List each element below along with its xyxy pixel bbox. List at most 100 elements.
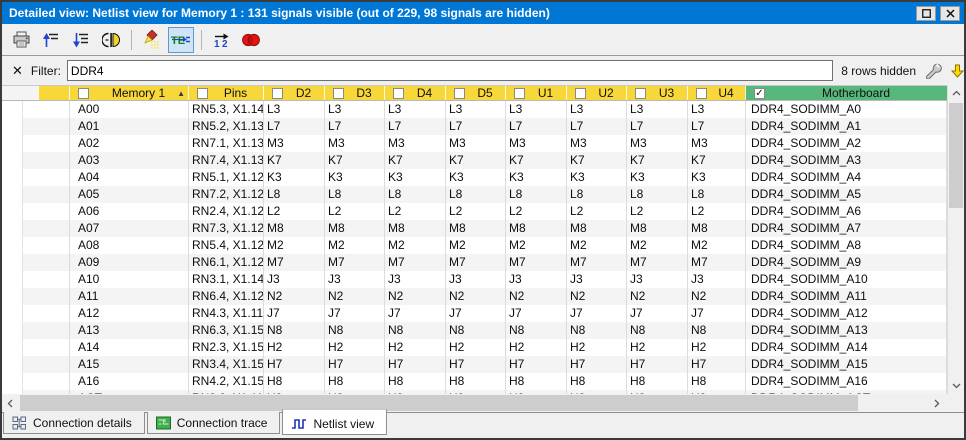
cell-d4[interactable]: L3 <box>385 101 446 118</box>
move-top-button[interactable] <box>38 27 64 53</box>
column-checkbox[interactable] <box>514 88 525 99</box>
column-checkbox[interactable] <box>696 88 707 99</box>
fit-columns-button[interactable] <box>98 27 124 53</box>
cell-d3[interactable]: J3 <box>325 271 385 288</box>
cell-u3[interactable]: K7 <box>627 152 688 169</box>
cell-motherboard[interactable]: DDR4_SODIMM_A4 <box>746 169 947 186</box>
cell-u1[interactable]: M7 <box>506 254 567 271</box>
cell-d4[interactable]: M3 <box>385 135 446 152</box>
cell-u3[interactable]: J7 <box>627 305 688 322</box>
cell-d2[interactable]: L7 <box>264 118 325 135</box>
cell-motherboard[interactable]: DDR4_SODIMM_A1 <box>746 118 947 135</box>
cell-d2[interactable]: K3 <box>264 169 325 186</box>
cell-d3[interactable]: L3 <box>325 101 385 118</box>
cell-u1[interactable]: H7 <box>506 356 567 373</box>
cell-u4[interactable]: K7 <box>688 152 746 169</box>
cell-u4[interactable]: M2 <box>688 237 746 254</box>
cell-u2[interactable]: H2 <box>567 339 627 356</box>
table-row[interactable]: A06RN2.4, X1.127L2L2L2L2L2L2L2L2DDR4_SOD… <box>2 203 947 220</box>
filter-settings-button[interactable] <box>924 62 943 79</box>
column-header-d3[interactable]: D3 <box>324 86 384 100</box>
cell-d4[interactable]: L2 <box>385 203 446 220</box>
cell-u1[interactable]: N8 <box>506 322 567 339</box>
cell-motherboard[interactable]: DDR4_SODIMM_A7 <box>746 220 947 237</box>
cell-d5[interactable]: H2 <box>446 339 506 356</box>
table-row[interactable]: A10RN3.1, X1.146J3J3J3J3J3J3J3J3DDR4_SOD… <box>2 271 947 288</box>
cell-u3[interactable]: H2 <box>627 339 688 356</box>
cell-u4[interactable]: J3 <box>688 271 746 288</box>
cell-u2[interactable]: J3 <box>567 271 627 288</box>
cell-pins[interactable]: RN6.1, X1.121 <box>189 254 264 271</box>
maximize-button[interactable] <box>916 6 936 21</box>
cell-d3[interactable]: H2 <box>325 339 385 356</box>
cell-d4[interactable]: N8 <box>385 322 446 339</box>
cell-d3[interactable]: J7 <box>325 305 385 322</box>
cell-motherboard[interactable]: DDR4_SODIMM_A11 <box>746 288 947 305</box>
cell-memory-1[interactable]: A09 <box>70 254 189 271</box>
column-checkbox[interactable] <box>78 88 89 99</box>
column-header-memory-1[interactable]: Memory 1▲ <box>69 86 188 100</box>
horizontal-scrollbar[interactable] <box>2 394 945 412</box>
cell-d4[interactable]: H8 <box>385 373 446 390</box>
cell-d4[interactable]: L7 <box>385 118 446 135</box>
cell-u4[interactable]: K3 <box>688 169 746 186</box>
column-header-pins[interactable]: Pins <box>188 86 263 100</box>
cell-d3[interactable]: N2 <box>325 288 385 305</box>
table-row[interactable]: A14RN2.3, X1.151H2H2H2H2H2H2H2H2DDR4_SOD… <box>2 339 947 356</box>
cell-u1[interactable]: M8 <box>506 220 567 237</box>
cell-memory-1[interactable]: A02 <box>70 135 189 152</box>
cell-d2[interactable]: N8 <box>264 322 325 339</box>
cell-u1[interactable]: K3 <box>506 169 567 186</box>
vertical-scrollbar[interactable] <box>947 85 964 394</box>
column-checkbox[interactable]: ✓ <box>754 88 765 99</box>
cell-d4[interactable]: N2 <box>385 288 446 305</box>
cell-pins[interactable]: RN5.3, X1.144 <box>189 101 264 118</box>
cell-u2[interactable]: H7 <box>567 356 627 373</box>
cell-d2[interactable]: M7 <box>264 254 325 271</box>
column-checkbox[interactable] <box>333 88 344 99</box>
move-bottom-button[interactable] <box>68 27 94 53</box>
cell-memory-1[interactable]: A01 <box>70 118 189 135</box>
table-row[interactable]: A11RN6.4, X1.120N2N2N2N2N2N2N2N2DDR4_SOD… <box>2 288 947 305</box>
cell-memory-1[interactable]: A10 <box>70 271 189 288</box>
table-row[interactable]: A05RN7.2, X1.126L8L8L8L8L8L8L8L8DDR4_SOD… <box>2 186 947 203</box>
cell-u2[interactable]: K7 <box>567 152 627 169</box>
cell-d5[interactable]: K3 <box>446 169 506 186</box>
cell-pins[interactable]: RN3.4, X1.156 <box>189 356 264 373</box>
cell-d5[interactable]: N2 <box>446 288 506 305</box>
cell-d2[interactable]: H2 <box>264 339 325 356</box>
cell-memory-1[interactable]: A06 <box>70 203 189 220</box>
cell-u3[interactable]: K3 <box>627 169 688 186</box>
cell-u1[interactable]: H2 <box>506 339 567 356</box>
cell-u4[interactable]: M7 <box>688 254 746 271</box>
cell-u4[interactable]: J7 <box>688 305 746 322</box>
cell-d2[interactable]: H8 <box>264 373 325 390</box>
cell-d5[interactable]: M8 <box>446 220 506 237</box>
scroll-left-button[interactable] <box>2 394 18 412</box>
cell-d2[interactable]: M2 <box>264 237 325 254</box>
table-row[interactable]: A01RN5.2, X1.133L7L7L7L7L7L7L7L7DDR4_SOD… <box>2 118 947 135</box>
column-header-d4[interactable]: D4 <box>384 86 445 100</box>
cell-u2[interactable]: J7 <box>567 305 627 322</box>
cell-d3[interactable]: M8 <box>325 220 385 237</box>
column-header-u4[interactable]: U4 <box>687 86 745 100</box>
cell-d2[interactable]: M3 <box>264 135 325 152</box>
table-row[interactable]: A00RN5.3, X1.144L3L3L3L3L3L3L3L3DDR4_SOD… <box>2 101 947 118</box>
cell-d4[interactable]: K7 <box>385 152 446 169</box>
table-row[interactable]: A15RN3.4, X1.156H7H7H7H7H7H7H7H7DDR4_SOD… <box>2 356 947 373</box>
cell-d3[interactable]: M2 <box>325 237 385 254</box>
apply-filter-button[interactable] <box>951 64 964 78</box>
cell-d4[interactable]: M2 <box>385 237 446 254</box>
horizontal-scroll-thumb[interactable] <box>20 395 858 411</box>
cell-u3[interactable]: M3 <box>627 135 688 152</box>
cell-motherboard[interactable]: DDR4_SODIMM_A2 <box>746 135 947 152</box>
cell-u2[interactable]: L2 <box>567 203 627 220</box>
cell-d5[interactable]: L2 <box>446 203 506 220</box>
cell-u1[interactable]: L8 <box>506 186 567 203</box>
cell-memory-1[interactable]: A07 <box>70 220 189 237</box>
table-row[interactable]: A13RN6.3, X1.158N8N8N8N8N8N8N8N8DDR4_SOD… <box>2 322 947 339</box>
cell-d2[interactable]: L2 <box>264 203 325 220</box>
cell-u2[interactable]: L3 <box>567 101 627 118</box>
cell-u2[interactable]: M8 <box>567 220 627 237</box>
column-checkbox[interactable] <box>635 88 646 99</box>
